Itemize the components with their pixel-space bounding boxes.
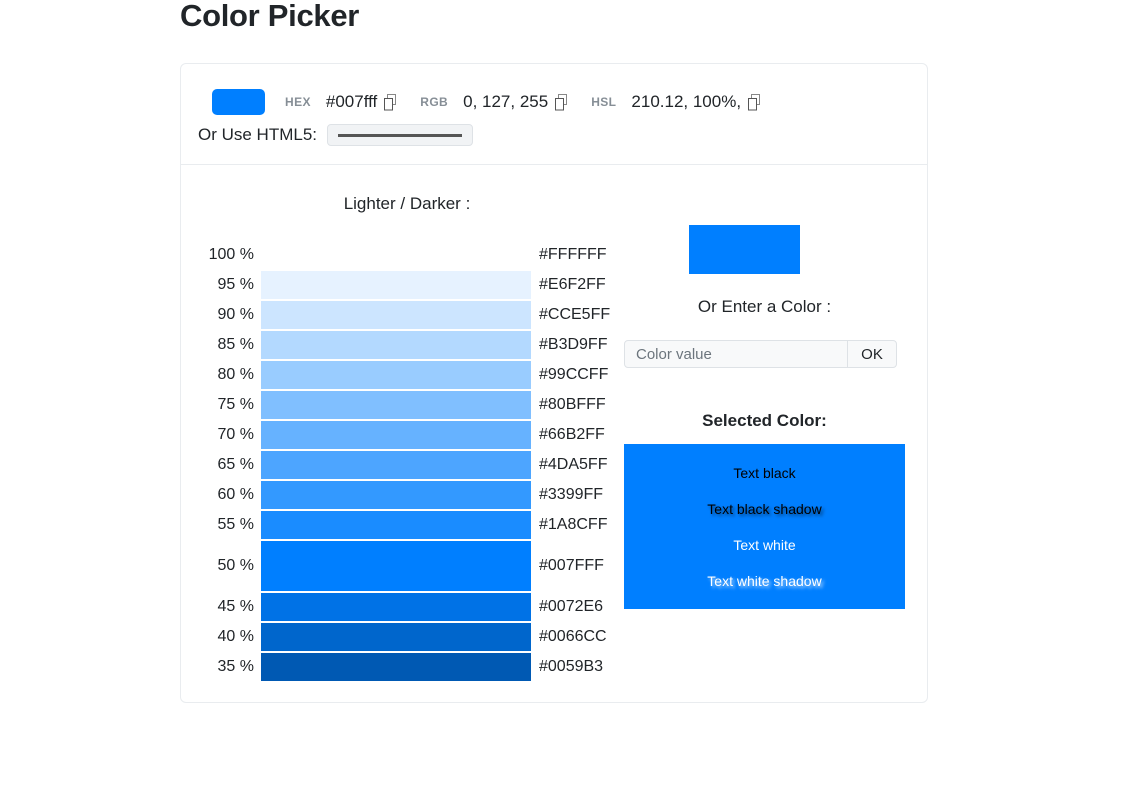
shade-percent-label: 100 % [208,246,254,263]
color-formats-row: HEX #007fff RGB 0, 127, 255 HSL 210.12, 100%, [212,89,764,115]
shade-row[interactable]: 85 % #B3D9FF [181,331,633,359]
shade-hex-label: #0059B3 [539,658,604,675]
shade-color-bar[interactable] [261,451,531,479]
shade-hex-label: #007FFF [539,557,604,574]
shade-hex-label: #E6F2FF [539,276,606,293]
shade-color-bar[interactable] [261,271,531,299]
html5-color-input[interactable] [327,124,474,146]
format-value-rgb: 0, 127, 255 [463,92,549,111]
shade-percent-label: 95 % [217,276,254,293]
format-value-hex: #007fff [325,92,378,111]
shade-percent-label: 45 % [217,598,254,615]
copy-icon-hex[interactable] [382,92,400,112]
selected-color-sample-text: Text white shadow [707,572,822,589]
shade-color-bar[interactable] [261,301,531,329]
shade-hex-label: #0066CC [539,628,607,645]
shade-hex-label: #0072E6 [539,598,604,615]
shade-hex-label: #99CCFF [539,366,609,383]
shade-row[interactable]: 65 % #4DA5FF [181,451,633,479]
shade-row[interactable]: 100 % #FFFFFF [181,241,633,269]
shade-percent-label: 65 % [217,456,254,473]
shade-row[interactable]: 80 % #99CCFF [181,361,633,389]
selected-color-title: Selected Color: [702,411,827,430]
enter-a-color-label: Or Enter a Color : [697,297,832,316]
format-label-hsl: HSL [591,95,617,109]
shade-percent-label: 55 % [217,516,254,533]
shade-color-bar[interactable] [261,421,531,449]
shade-color-bar[interactable] [261,653,531,681]
format-label-hex: HEX [285,95,311,109]
preview-color-swatch [689,225,800,274]
card-header: HEX #007fff RGB 0, 127, 255 HSL 210.12, 100%,… [181,64,927,165]
shade-color-bar[interactable] [261,331,531,359]
color-value-input-group: OK [624,340,897,368]
shade-percent-label: 80 % [217,366,254,383]
shade-row[interactable]: 70 % #66B2FF [181,421,633,449]
ok-button[interactable]: OK [847,340,897,368]
shade-row[interactable]: 75 % #80BFFF [181,391,633,419]
shade-percent-label: 90 % [217,306,254,323]
shade-percent-label: 40 % [217,628,254,645]
shade-row[interactable]: 50 % #007FFF [181,541,633,591]
shade-percent-label: 70 % [217,426,254,443]
shade-row[interactable]: 60 % #3399FF [181,481,633,509]
shade-color-bar[interactable] [261,593,531,621]
shade-hex-label: #66B2FF [539,426,605,443]
card-body: Lighter / Darker : 100 % #FFFFFF 95 % #E6F2… [181,165,927,803]
shade-hex-label: #80BFFF [539,396,606,413]
shade-row[interactable]: 55 % #1A8CFF [181,511,633,539]
shade-percent-label: 85 % [217,336,254,353]
copy-icon-hsl[interactable] [746,92,764,112]
html5-color-input-swatch [338,133,463,137]
shade-color-bar[interactable] [261,481,531,509]
shade-color-bar[interactable] [261,541,531,591]
shade-row[interactable]: 45 % #0072E6 [181,593,633,621]
shades-list: 100 % #FFFFFF 95 % #E6F2FF 90 % #CCE5FF 85 % #B… [181,241,633,683]
shade-row[interactable]: 35 % #0059B3 [181,653,633,681]
selected-color-preview: Text black Text black shadow Text white Tex… [624,444,905,609]
selected-color-sample-text: Text black shadow [707,500,822,517]
shade-hex-label: #CCE5FF [539,306,611,323]
shade-hex-label: #1A8CFF [539,516,608,533]
color-value-input[interactable] [624,340,848,368]
shade-row[interactable]: 90 % #CCE5FF [181,301,633,329]
shade-percent-label: 60 % [217,486,254,503]
shade-color-bar[interactable] [261,623,531,651]
shade-color-bar[interactable] [261,511,531,539]
selected-color-sample-text: Text white [733,536,796,553]
shade-color-bar[interactable] [261,391,531,419]
shade-row[interactable]: 95 % #E6F2FF [181,271,633,299]
color-picker-card: HEX #007fff RGB 0, 127, 255 HSL 210.12, 100%,… [180,63,928,703]
page-title: Color Picker [180,0,360,33]
html5-label: Or Use HTML5: [198,125,318,144]
shade-percent-label: 75 % [217,396,254,413]
shade-percent-label: 35 % [217,658,254,675]
current-color-swatch [212,89,265,115]
shade-hex-label: #4DA5FF [539,456,608,473]
shade-row[interactable]: 40 % #0066CC [181,623,633,651]
shade-color-bar[interactable] [261,241,531,269]
shade-hex-label: #3399FF [539,486,604,503]
lighter-darker-title: Lighter / Darker : [343,194,471,213]
shade-hex-label: #FFFFFF [539,246,607,263]
shade-hex-label: #B3D9FF [539,336,608,353]
format-label-rgb: RGB [420,95,449,109]
copy-icon-rgb[interactable] [553,92,571,112]
selected-color-sample-text: Text black [733,464,796,481]
format-value-hsl: 210.12, 100%, [631,92,742,111]
shade-color-bar[interactable] [261,361,531,389]
html5-color-row: Or Use HTML5: [198,124,474,146]
shade-percent-label: 50 % [217,557,254,574]
